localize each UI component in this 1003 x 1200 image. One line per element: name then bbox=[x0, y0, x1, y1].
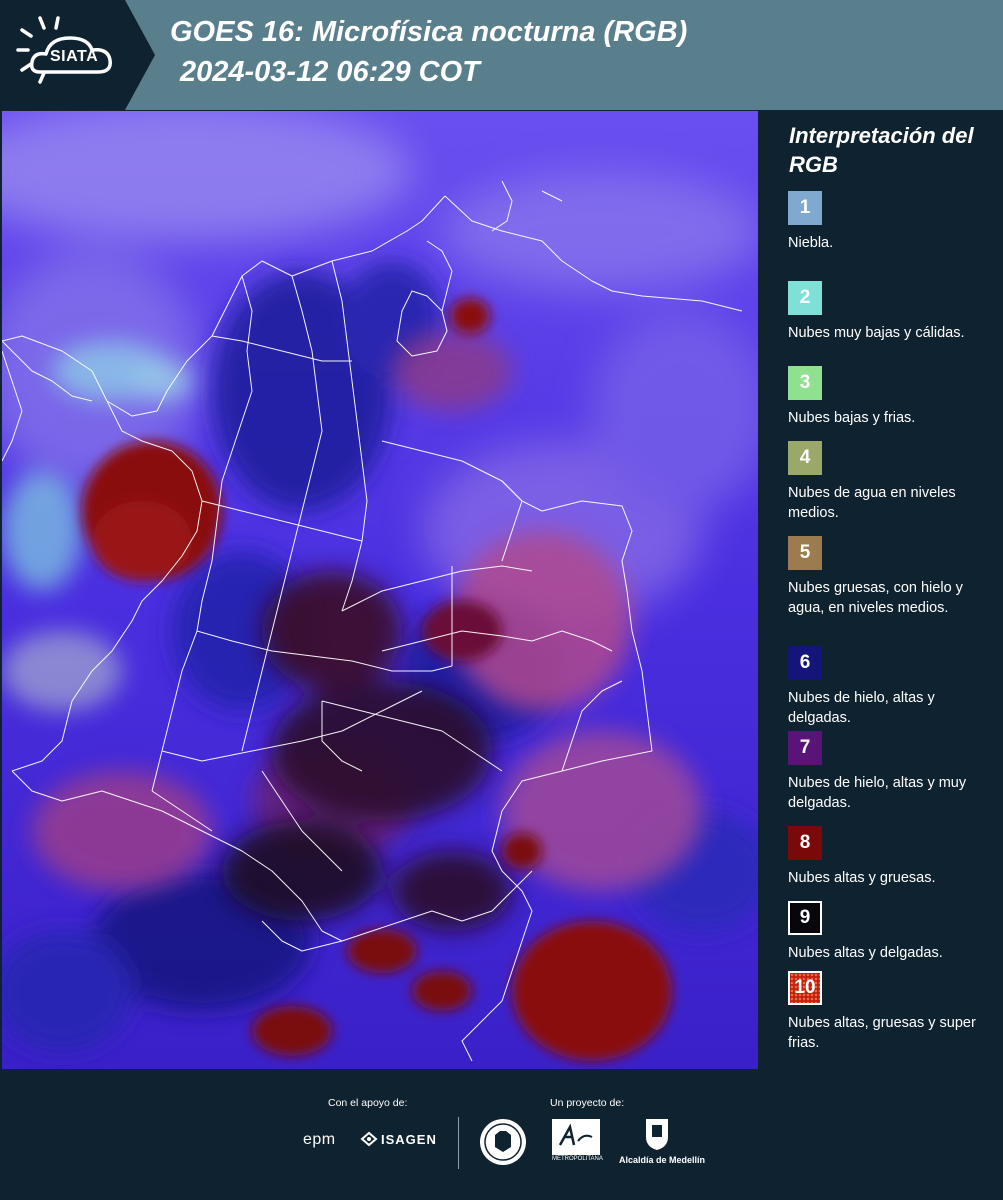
area-metropolitana-logo: METROPOLITANA bbox=[552, 1119, 603, 1167]
isagen-logo: ISAGEN bbox=[360, 1131, 437, 1147]
legend-swatch: 6 bbox=[788, 646, 822, 680]
legend-swatch: 7 bbox=[788, 731, 822, 765]
page-timestamp: 2024-03-12 06:29 COT bbox=[180, 56, 480, 88]
legend-label: Nubes de hielo, altas y muy delgadas. bbox=[788, 775, 967, 811]
legend-item-2: 2 Nubes muy bajas y cálidas. bbox=[788, 281, 1000, 343]
legend-label: Nubes altas y delgadas. bbox=[788, 945, 943, 961]
satellite-image bbox=[2, 111, 758, 1069]
epm-logo: epm bbox=[303, 1131, 336, 1148]
siata-logo-label: SIATA bbox=[50, 48, 99, 65]
legend-item-4: 4 Nubes de agua en niveles medios. bbox=[788, 441, 1000, 523]
legend-swatch: 4 bbox=[788, 441, 822, 475]
alcaldia-shield-icon bbox=[646, 1119, 668, 1150]
legend-item-8: 8 Nubes altas y gruesas. bbox=[788, 826, 1000, 888]
area-metropolitana-label: METROPOLITANA bbox=[552, 1156, 603, 1162]
legend-label: Nubes altas, gruesas y super frias. bbox=[788, 1015, 976, 1051]
legend-label: Nubes gruesas, con hielo y agua, en nive… bbox=[788, 580, 963, 616]
seal-logo bbox=[480, 1119, 526, 1165]
footer-divider bbox=[458, 1117, 459, 1169]
legend-swatch: 8 bbox=[788, 826, 822, 860]
legend-swatch: 5 bbox=[788, 536, 822, 570]
legend-item-1: 1 Niebla. bbox=[788, 191, 1000, 253]
legend-label: Niebla. bbox=[788, 235, 834, 251]
header-bar: SIATA GOES 16: Microfísica nocturna (RGB… bbox=[0, 0, 1003, 110]
isagen-label: ISAGEN bbox=[381, 1131, 437, 1147]
legend-swatch: 3 bbox=[788, 366, 822, 400]
legend-item-9: 9 Nubes altas y delgadas. bbox=[788, 901, 1000, 963]
area-metropolitana-icon bbox=[552, 1119, 600, 1155]
alcaldia-label: Alcaldía de Medellín bbox=[618, 1155, 706, 1165]
legend-item-6: 6 Nubes de hielo, altas y delgadas. bbox=[788, 646, 1000, 728]
legend-label: Nubes muy bajas y cálidas. bbox=[788, 325, 965, 341]
page-title: GOES 16: Microfísica nocturna (RGB) bbox=[170, 16, 688, 48]
isagen-icon bbox=[360, 1131, 378, 1147]
legend-label: Nubes de agua en niveles medios. bbox=[788, 485, 956, 521]
legend-swatch: 1 bbox=[788, 191, 822, 225]
legend-item-5: 5 Nubes gruesas, con hielo y agua, en niv… bbox=[788, 536, 1000, 618]
siata-logo: SIATA bbox=[0, 0, 155, 110]
footer-bar: Con el apoyo de: Un proyecto de: epm ISA… bbox=[0, 1069, 1003, 1200]
legend-label: Nubes altas y gruesas. bbox=[788, 870, 936, 886]
support-caption: Con el apoyo de: bbox=[328, 1097, 408, 1109]
legend-swatch: 10 bbox=[788, 971, 822, 1005]
legend-label: Nubes bajas y frias. bbox=[788, 410, 916, 426]
satellite-map bbox=[2, 111, 758, 1069]
legend-label: Nubes de hielo, altas y delgadas. bbox=[788, 690, 935, 726]
legend-item-10: 10 Nubes altas, gruesas y super frias. bbox=[788, 971, 1000, 1053]
legend-title: Interpretación del RGB bbox=[789, 123, 974, 177]
legend-item-3: 3 Nubes bajas y frias. bbox=[788, 366, 1000, 428]
legend-swatch: 2 bbox=[788, 281, 822, 315]
legend-item-7: 7 Nubes de hielo, altas y muy delgadas. bbox=[788, 731, 1000, 813]
project-caption: Un proyecto de: bbox=[550, 1097, 625, 1109]
alcaldia-logo: Alcaldía de Medellín bbox=[619, 1117, 712, 1169]
legend-swatch: 9 bbox=[788, 901, 822, 935]
legend-panel: Interpretación del RGB 1 Niebla. 2 Nubes mu… bbox=[762, 111, 1003, 1069]
